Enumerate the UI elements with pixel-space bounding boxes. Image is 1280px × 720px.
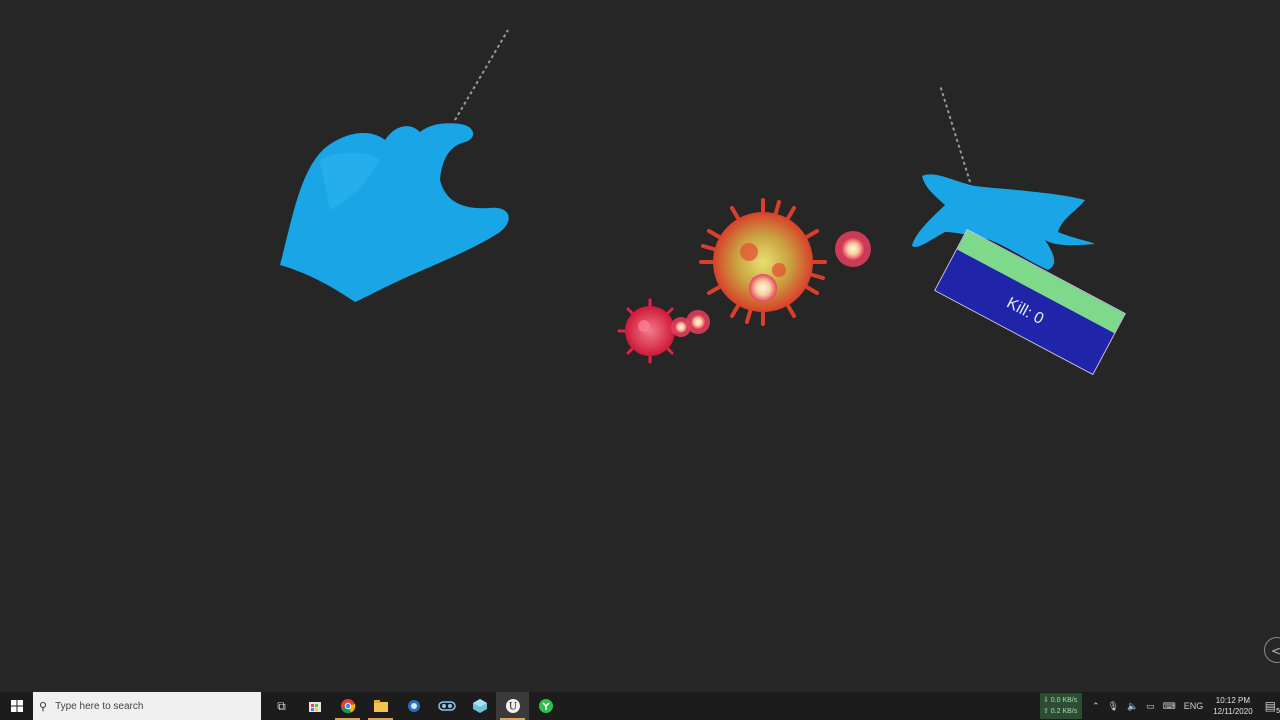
unreal-engine-button[interactable]: U xyxy=(496,692,529,720)
keyboard-icon[interactable]: ⌨ xyxy=(1163,701,1176,712)
app-globe-icon xyxy=(407,700,420,712)
app-globe-button[interactable] xyxy=(397,692,430,720)
virus-tiny-2 xyxy=(686,310,710,334)
kill-count-label: Kill: 0 xyxy=(1003,294,1047,328)
volume-icon[interactable]: 🔈 xyxy=(1127,701,1138,712)
microphone-icon[interactable]: 🎙 xyxy=(1108,701,1119,712)
chrome-button[interactable] xyxy=(331,692,364,720)
search-placeholder: Type here to search xyxy=(55,700,144,712)
show-hidden-icons-chevron-up-icon[interactable]: ⌃ xyxy=(1092,701,1100,712)
app-green-icon xyxy=(538,699,553,713)
network-speed-meter[interactable]: ⇩ 0.0 KB/s ⇧ 0.2 KB/s xyxy=(1039,693,1082,719)
vr-headset-icon xyxy=(437,701,456,711)
task-view-icon: ⧉ xyxy=(277,698,286,713)
game-viewport[interactable]: Kill: 0 < xyxy=(0,0,1280,692)
svg-text:U: U xyxy=(508,702,516,713)
net-download-speed: ⇩ 0.0 KB/s xyxy=(1042,697,1078,704)
clock-date: 12/11/2020 xyxy=(1213,707,1253,716)
language-indicator[interactable]: ENG xyxy=(1184,701,1204,711)
virus-large xyxy=(699,198,827,326)
windows-taskbar: ⚲ Type here to search ⧉ U ⇩ 0.0 KB/s ⇧ 0… xyxy=(0,692,1280,720)
task-view-button[interactable]: ⧉ xyxy=(265,692,298,720)
chrome-icon xyxy=(340,699,355,714)
store-icon xyxy=(308,702,321,712)
app-cube-icon xyxy=(472,699,487,713)
windows-logo-icon xyxy=(10,700,23,712)
virus-red xyxy=(617,298,683,364)
start-button[interactable] xyxy=(0,692,33,720)
system-tray: ⇩ 0.0 KB/s ⇧ 0.2 KB/s ⌃ 🎙 🔈 ▭ ⌨ ENG 10:1… xyxy=(1039,692,1280,720)
file-explorer-icon xyxy=(373,700,388,712)
store-button[interactable] xyxy=(298,692,331,720)
taskbar-search-box[interactable]: ⚲ Type here to search xyxy=(33,692,261,720)
action-center-notification-icon[interactable]: ▤ 5 xyxy=(1265,699,1280,715)
virus-small-glow xyxy=(835,231,871,267)
net-upload-speed: ⇧ 0.2 KB/s xyxy=(1042,708,1078,715)
app-cube-button[interactable] xyxy=(463,692,496,720)
taskbar-clock[interactable]: 10:12 PM 12/11/2020 xyxy=(1213,695,1252,717)
vr-headset-button[interactable] xyxy=(430,692,463,720)
unreal-engine-icon: U xyxy=(505,699,520,713)
app-green-button[interactable] xyxy=(529,692,562,720)
left-laser-pointer xyxy=(454,29,509,121)
network-icon[interactable]: ▭ xyxy=(1146,701,1155,712)
left-vr-hand xyxy=(280,123,509,302)
search-icon: ⚲ xyxy=(39,700,48,713)
file-explorer-button[interactable] xyxy=(364,692,397,720)
clock-time: 10:12 PM xyxy=(1215,696,1251,705)
notification-count: 5 xyxy=(1276,708,1280,715)
right-laser-pointer xyxy=(939,84,971,183)
